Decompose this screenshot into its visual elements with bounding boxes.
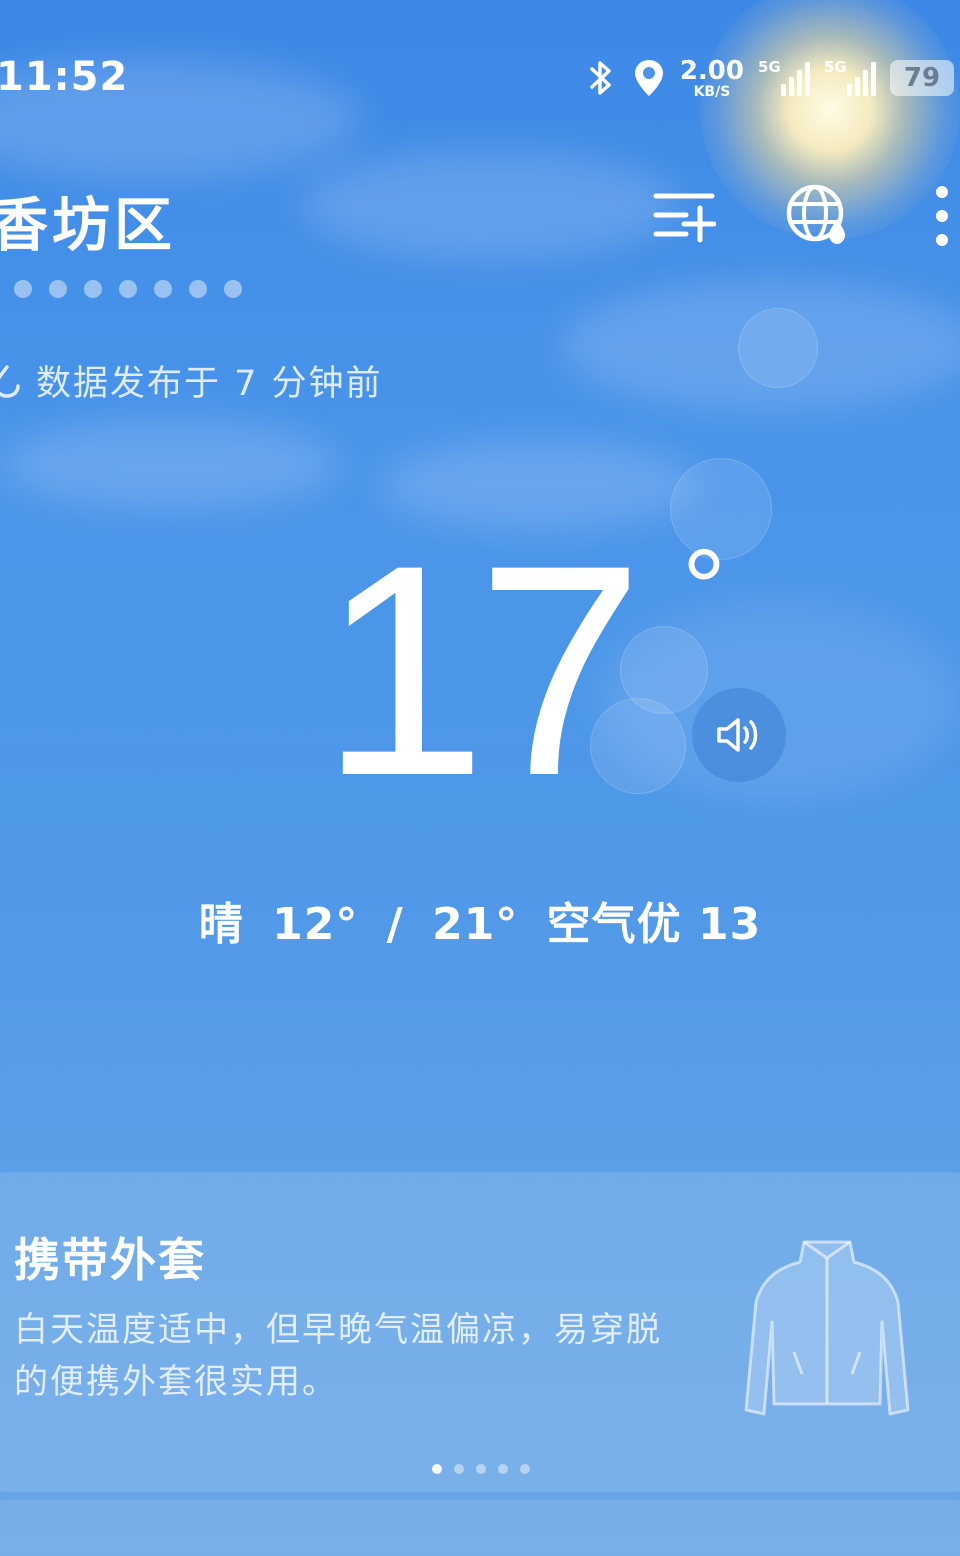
speaker-icon [717,718,758,752]
bluetooth-icon [584,58,618,98]
city-page-dot [119,280,137,298]
jacket-icon [744,1240,910,1416]
city-page-indicator[interactable] [14,280,242,298]
tip-page-dot [498,1464,508,1474]
status-time: 11:52 [0,54,129,100]
tip-body: 白天温度适中，但早晚气温偏凉，易穿脱的便携外套很实用。 [14,1310,662,1402]
more-icon [936,186,948,246]
clothing-tip-card[interactable]: 携带外套 白天温度适中，但早晚气温偏凉，易穿脱的便携外套很实用。 [0,1172,960,1492]
status-icons: 2.00 KB/S 5G 5G 79 [584,56,954,100]
signal-sim1-icon: 5G [758,58,810,98]
condition: 晴 [198,899,244,950]
temperature-degree: ° [682,527,726,650]
voice-broadcast-button[interactable] [692,688,786,782]
refresh-icon [0,364,20,398]
current-temperature: 17 ° [320,520,780,820]
publish-info: 数据发布于 7 分钟前 [0,355,383,406]
tip-title: 携带外套 [14,1233,206,1287]
globe-button[interactable] [782,180,854,252]
location-icon [632,58,666,98]
publish-time-text: 数据发布于 7 分钟前 [36,364,383,404]
header: 香坊区 [0,170,960,260]
tip-page-dot [520,1464,530,1474]
signal-sim2-icon: 5G [824,58,876,98]
tip-page-dot [476,1464,486,1474]
city-page-dot [84,280,102,298]
battery-icon: 79 [890,60,954,96]
more-button[interactable] [912,180,960,252]
low-temp: 12° [272,899,359,950]
weather-summary[interactable]: 晴 12° / 21° 空气优 13 [0,888,960,952]
temperature-value: 17 [320,502,644,838]
city-page-dot [49,280,67,298]
city-page-dot [154,280,172,298]
add-city-button[interactable] [648,180,720,252]
globe-icon [786,184,845,244]
city-page-dot [224,280,242,298]
tip-page-dot [454,1464,464,1474]
city-page-dot [189,280,207,298]
city-page-dot [14,280,32,298]
status-bar: 11:52 2.00 KB/S 5G 5G 79 [0,44,960,114]
city-name[interactable]: 香坊区 [0,178,176,262]
high-temp: 21° [432,899,519,950]
temp-separator: / [386,899,404,950]
add-city-icon [653,193,716,243]
air-quality[interactable]: 空气优 13 [547,899,762,950]
network-speed: 2.00 KB/S [679,55,744,100]
next-card-peek[interactable] [0,1500,960,1556]
tip-page-indicator [432,1464,530,1474]
tip-page-dot [432,1464,442,1474]
